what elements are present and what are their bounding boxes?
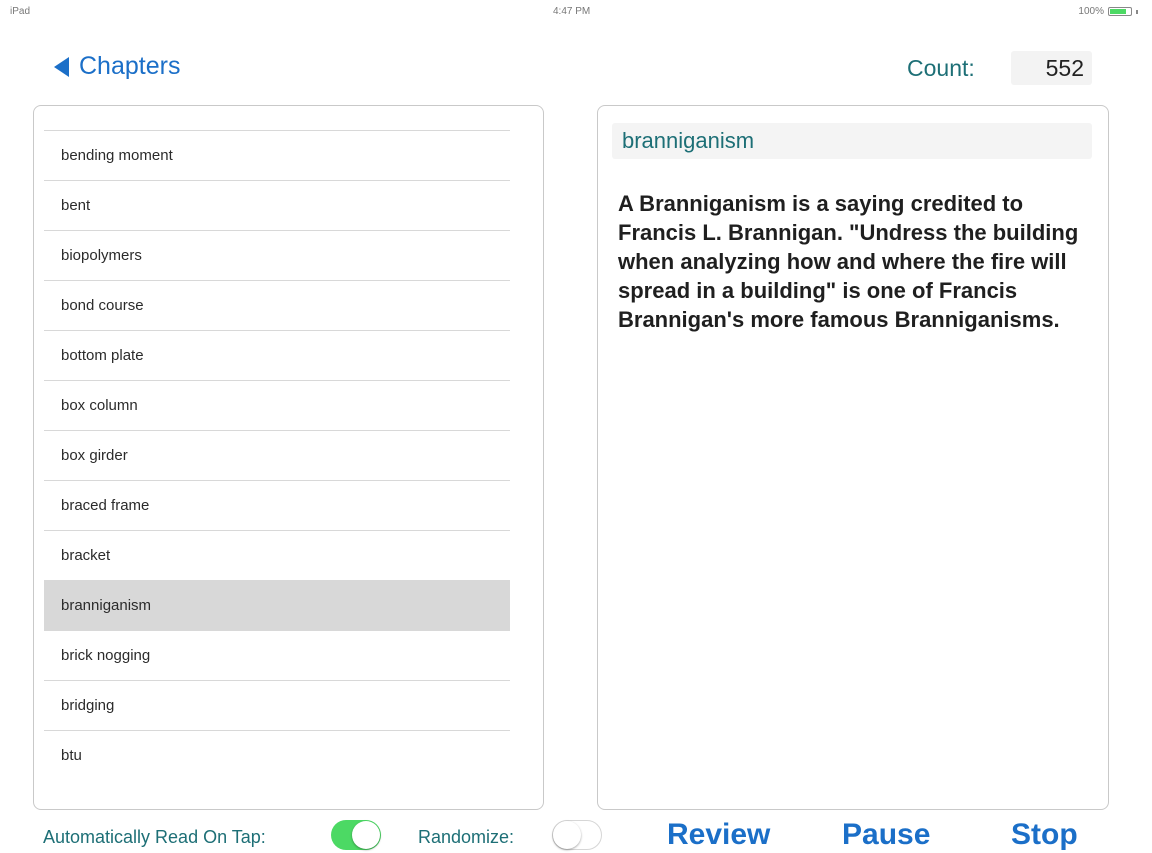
list-item[interactable]: box girder: [44, 431, 510, 481]
toggle-knob: [553, 821, 581, 849]
status-bar: iPad 4:47 PM 100%: [0, 0, 1152, 22]
list-item[interactable]: bracket: [44, 531, 510, 581]
list-item[interactable]: bending moment: [44, 131, 510, 181]
back-chevron-icon: [54, 56, 69, 77]
list-item[interactable]: braced frame: [44, 481, 510, 531]
list-item[interactable]: bottom plate: [44, 331, 510, 381]
list-item[interactable]: bond course: [44, 281, 510, 331]
term-list[interactable]: bending moment bent biopolymers bond cou…: [33, 105, 544, 810]
list-item[interactable]: box column: [44, 381, 510, 431]
randomize-label: Randomize:: [418, 827, 515, 847]
count-value: 552: [1011, 51, 1092, 85]
list-item[interactable]: bridging: [44, 681, 510, 731]
stop-button[interactable]: Stop: [1011, 818, 1078, 852]
list-item[interactable]: biopolymers: [44, 231, 510, 281]
auto-read-label: Automatically Read On Tap:: [43, 827, 266, 847]
status-time: 4:47 PM: [553, 6, 591, 17]
list-item[interactable]: btu: [44, 731, 510, 781]
selected-term: branniganism: [612, 123, 1092, 159]
list-item-selected[interactable]: branniganism: [44, 581, 510, 631]
pause-button[interactable]: Pause: [842, 818, 930, 852]
battery-status: 100%: [1078, 6, 1138, 17]
battery-icon: [1108, 7, 1132, 16]
term-definition: A Branniganism is a saying credited to F…: [618, 191, 1079, 332]
battery-nub-icon: [1136, 9, 1138, 14]
definition-panel: branniganism A Branniganism is a saying …: [597, 105, 1109, 810]
device-label: iPad: [10, 6, 31, 17]
auto-read-toggle[interactable]: [331, 820, 381, 850]
back-button-label: Chapters: [79, 52, 181, 80]
count-label: Count:: [907, 55, 975, 81]
battery-percent: 100%: [1078, 6, 1104, 17]
review-button[interactable]: Review: [667, 818, 770, 852]
toggle-knob: [352, 821, 380, 849]
back-to-chapters-button[interactable]: Chapters: [54, 52, 180, 81]
list-item[interactable]: bent: [44, 181, 510, 231]
randomize-toggle[interactable]: [552, 820, 602, 850]
list-item[interactable]: brick nogging: [44, 631, 510, 681]
